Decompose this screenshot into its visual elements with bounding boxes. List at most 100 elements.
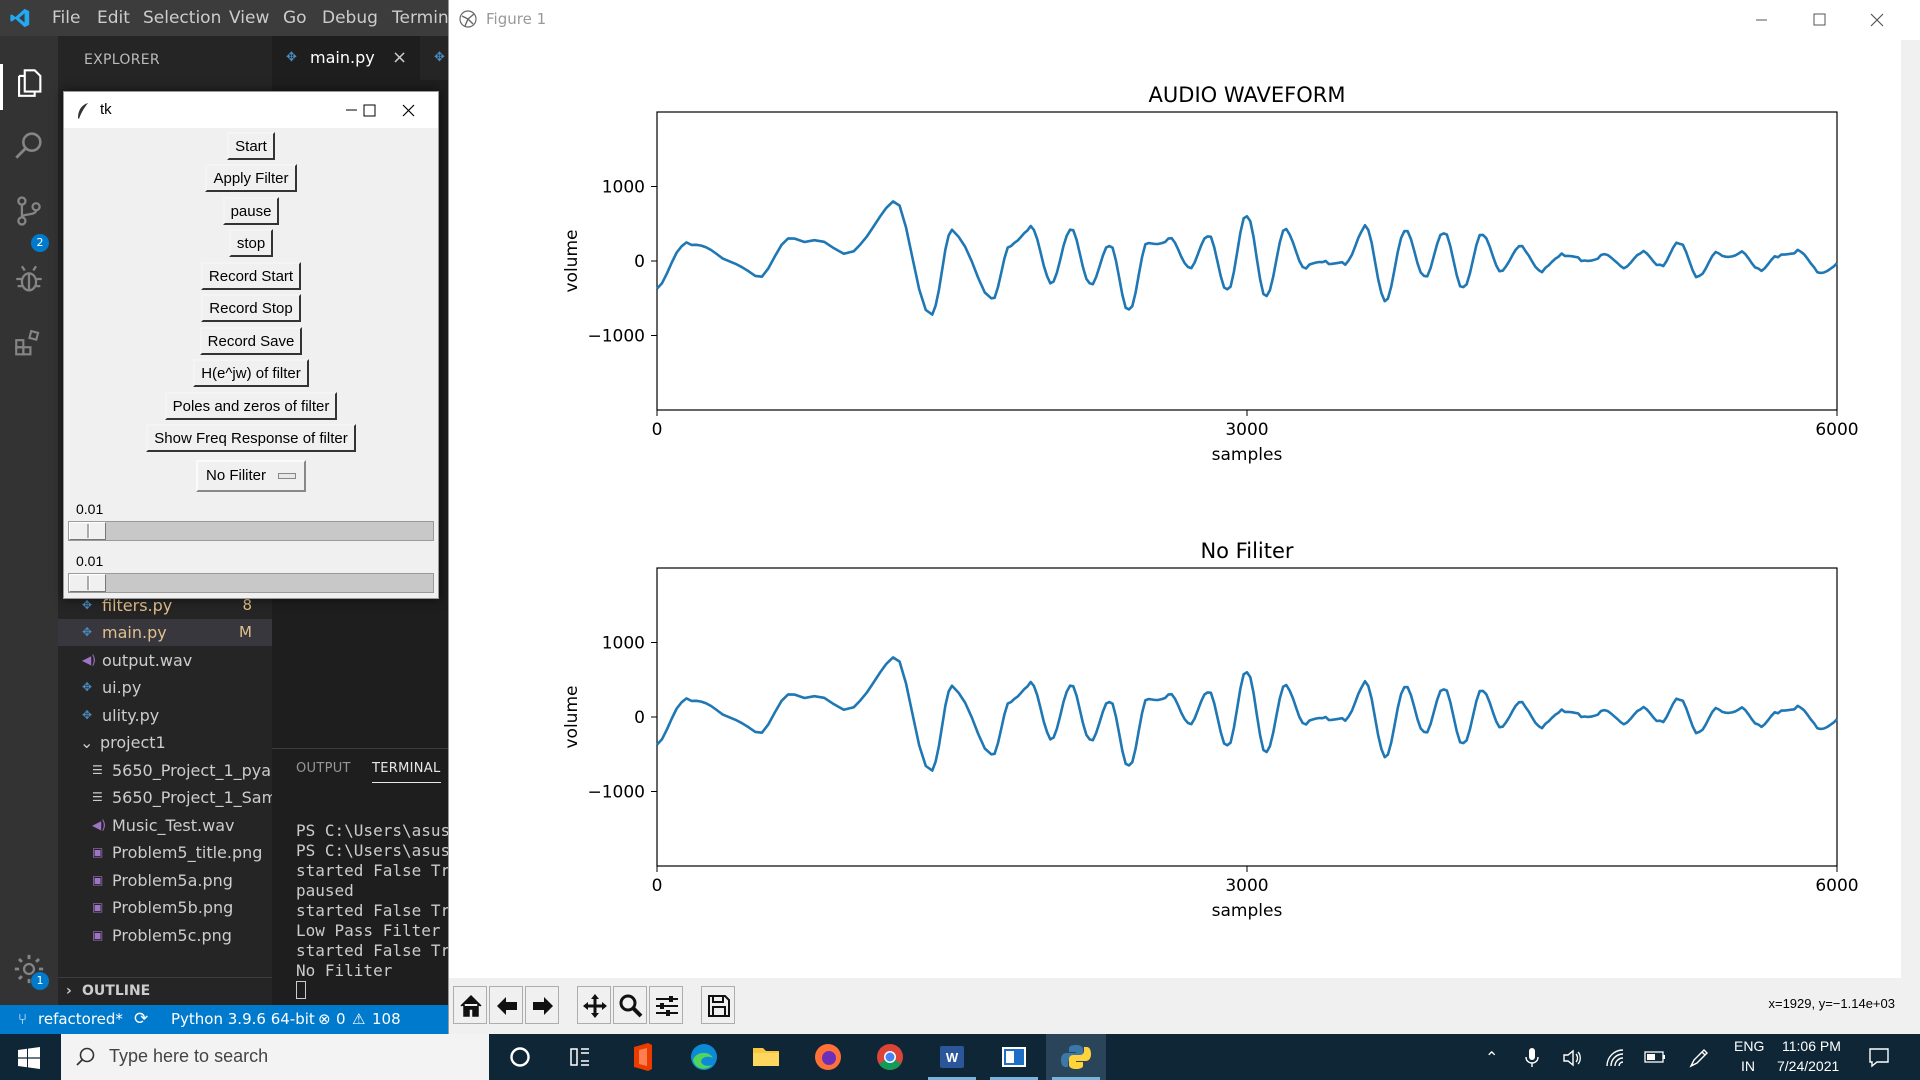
scale-1[interactable]	[68, 521, 434, 541]
office-app[interactable]	[612, 1034, 672, 1080]
stop-button[interactable]: stop	[228, 229, 274, 257]
configure-subplots-button[interactable]	[649, 986, 683, 1024]
plot-frame	[656, 567, 1838, 867]
python-interpreter[interactable]: Python 3.9.6 64-bit	[171, 1005, 315, 1034]
battery-icon[interactable]	[1644, 1050, 1666, 1064]
maximize-icon[interactable]	[1790, 0, 1848, 40]
python-app[interactable]	[1046, 1034, 1106, 1080]
debug-icon[interactable]	[12, 262, 46, 296]
forward-arrow-icon	[533, 997, 553, 1015]
filter-option-menu[interactable]: No Filiter	[196, 460, 306, 492]
windows-start-icon[interactable]	[18, 1047, 40, 1069]
freq-response-button[interactable]: Show Freq Response of filter	[146, 424, 356, 452]
forward-button[interactable]	[525, 986, 559, 1024]
file-item[interactable]: ▣ Problem5c.png	[58, 922, 272, 949]
tab-output[interactable]: OUTPUT	[296, 761, 351, 776]
word-app[interactable]: W	[922, 1034, 982, 1080]
file-name: Problem5a.png	[112, 870, 233, 890]
menu-file[interactable]: File	[52, 8, 80, 28]
warning-count[interactable]: 108	[372, 1005, 401, 1034]
extensions-icon[interactable]	[12, 326, 46, 360]
record-stop-button[interactable]: Record Stop	[201, 294, 301, 322]
branch-icon[interactable]: ⑂	[18, 1005, 27, 1034]
menu-go[interactable]: Go	[283, 8, 307, 28]
region-indicator[interactable]: IN	[1741, 1058, 1755, 1074]
tab-label: main.py	[310, 48, 375, 67]
menu-edit[interactable]: Edit	[97, 8, 130, 28]
home-button[interactable]	[453, 986, 487, 1024]
wifi-icon[interactable]	[1605, 1048, 1625, 1068]
language-indicator[interactable]: ENG	[1734, 1038, 1764, 1054]
menu-view[interactable]: View	[229, 8, 269, 28]
scale-2-slider[interactable]	[69, 574, 106, 592]
terminal-cursor[interactable]	[296, 981, 306, 999]
file-item[interactable]: ✥ ulity.py	[58, 702, 272, 729]
cortana-button[interactable]	[490, 1034, 550, 1080]
python-file-icon[interactable]: ✥	[434, 36, 445, 80]
file-item[interactable]: ✥ main.py M	[58, 619, 272, 646]
apply-filter-button[interactable]: Apply Filter	[205, 164, 297, 192]
figure-scrollbar[interactable]	[1901, 40, 1920, 1034]
explorer-icon[interactable]	[12, 66, 46, 100]
branch-name[interactable]: refactored*	[38, 1005, 123, 1034]
file-name: Problem5_title.png	[112, 843, 263, 862]
task-view-button[interactable]	[550, 1034, 610, 1080]
close-icon[interactable]	[380, 92, 438, 128]
search-icon[interactable]	[12, 128, 46, 162]
back-button[interactable]	[489, 986, 523, 1024]
figure-titlebar[interactable]: Figure 1	[449, 0, 1920, 40]
minimize-icon[interactable]	[1732, 0, 1790, 40]
y-axis-label: volume	[562, 230, 582, 293]
save-button[interactable]	[701, 986, 735, 1024]
vscode-taskbar-app[interactable]	[984, 1034, 1044, 1080]
vscode-logo-icon[interactable]	[9, 7, 31, 29]
file-item[interactable]: ✥ ui.py	[58, 674, 272, 701]
error-icon[interactable]: ⊗	[318, 1005, 331, 1034]
filter-frequency-button[interactable]: H(e^jw) of filter	[193, 359, 309, 387]
chevron-up-icon[interactable]: ⌃	[1485, 1048, 1498, 1068]
file-item[interactable]: ☰ 5650_Project_1_pya...	[58, 757, 286, 784]
file-item[interactable]: ▣ Problem5a.png	[58, 867, 272, 894]
taskbar-search-box[interactable]: Type here to search	[61, 1034, 489, 1080]
edge-app[interactable]	[674, 1034, 734, 1080]
tab-main-py[interactable]: ✥ main.py ×	[272, 36, 420, 80]
clock-date[interactable]: 7/24/2021	[1777, 1058, 1839, 1074]
file-item[interactable]: ☰ 5650_Project_1_Sam...	[58, 784, 292, 811]
volume-icon[interactable]	[1562, 1048, 1582, 1068]
poles-zeros-button[interactable]: Poles and zeros of filter	[164, 392, 338, 420]
record-save-button[interactable]: Record Save	[199, 327, 303, 355]
folder-row[interactable]: ⌄ project1	[58, 729, 272, 756]
scale-1-slider[interactable]	[69, 522, 106, 540]
sync-icon[interactable]: ⟳	[134, 1005, 148, 1034]
close-icon[interactable]	[1848, 0, 1906, 40]
file-explorer-app[interactable]	[736, 1034, 796, 1080]
file-item[interactable]: ◀) Music_Test.wav	[58, 812, 272, 839]
start-button[interactable]: Start	[227, 132, 275, 160]
zoom-button[interactable]	[613, 986, 647, 1024]
tab-terminal[interactable]: TERMINAL	[372, 761, 441, 783]
menu-debug[interactable]: Debug	[322, 8, 378, 28]
chrome-app[interactable]	[860, 1034, 920, 1080]
pen-icon[interactable]	[1688, 1047, 1710, 1069]
source-control-icon[interactable]	[12, 194, 46, 228]
terminal-line: started False Tru	[296, 901, 460, 920]
pan-button[interactable]	[577, 986, 611, 1024]
configure-subplots-icon	[656, 996, 678, 1016]
maximize-icon[interactable]	[354, 92, 384, 128]
file-item[interactable]: ▣ Problem5_title.png	[58, 839, 272, 866]
clock-time[interactable]: 11:06 PM	[1782, 1038, 1841, 1054]
notifications-icon[interactable]	[1868, 1046, 1890, 1068]
firefox-app[interactable]	[798, 1034, 858, 1080]
file-item[interactable]: ▣ Problem5b.png	[58, 894, 272, 921]
outline-section[interactable]: › OUTLINE	[58, 977, 272, 1004]
scale-2[interactable]	[68, 573, 434, 593]
microphone-icon[interactable]	[1524, 1047, 1540, 1069]
pause-button[interactable]: pause	[222, 197, 280, 225]
menu-selection[interactable]: Selection	[143, 8, 221, 28]
error-count[interactable]: 0	[336, 1005, 346, 1034]
warning-icon[interactable]: ⚠	[352, 1005, 365, 1034]
file-item[interactable]: ◀) output.wav	[58, 647, 272, 674]
close-icon[interactable]: ×	[392, 36, 407, 80]
record-start-button[interactable]: Record Start	[200, 262, 302, 290]
figure-canvas[interactable]: 0 3000 6000 1000 0 −1000 AUDIO WAVEFORM samples…	[449, 40, 1901, 978]
